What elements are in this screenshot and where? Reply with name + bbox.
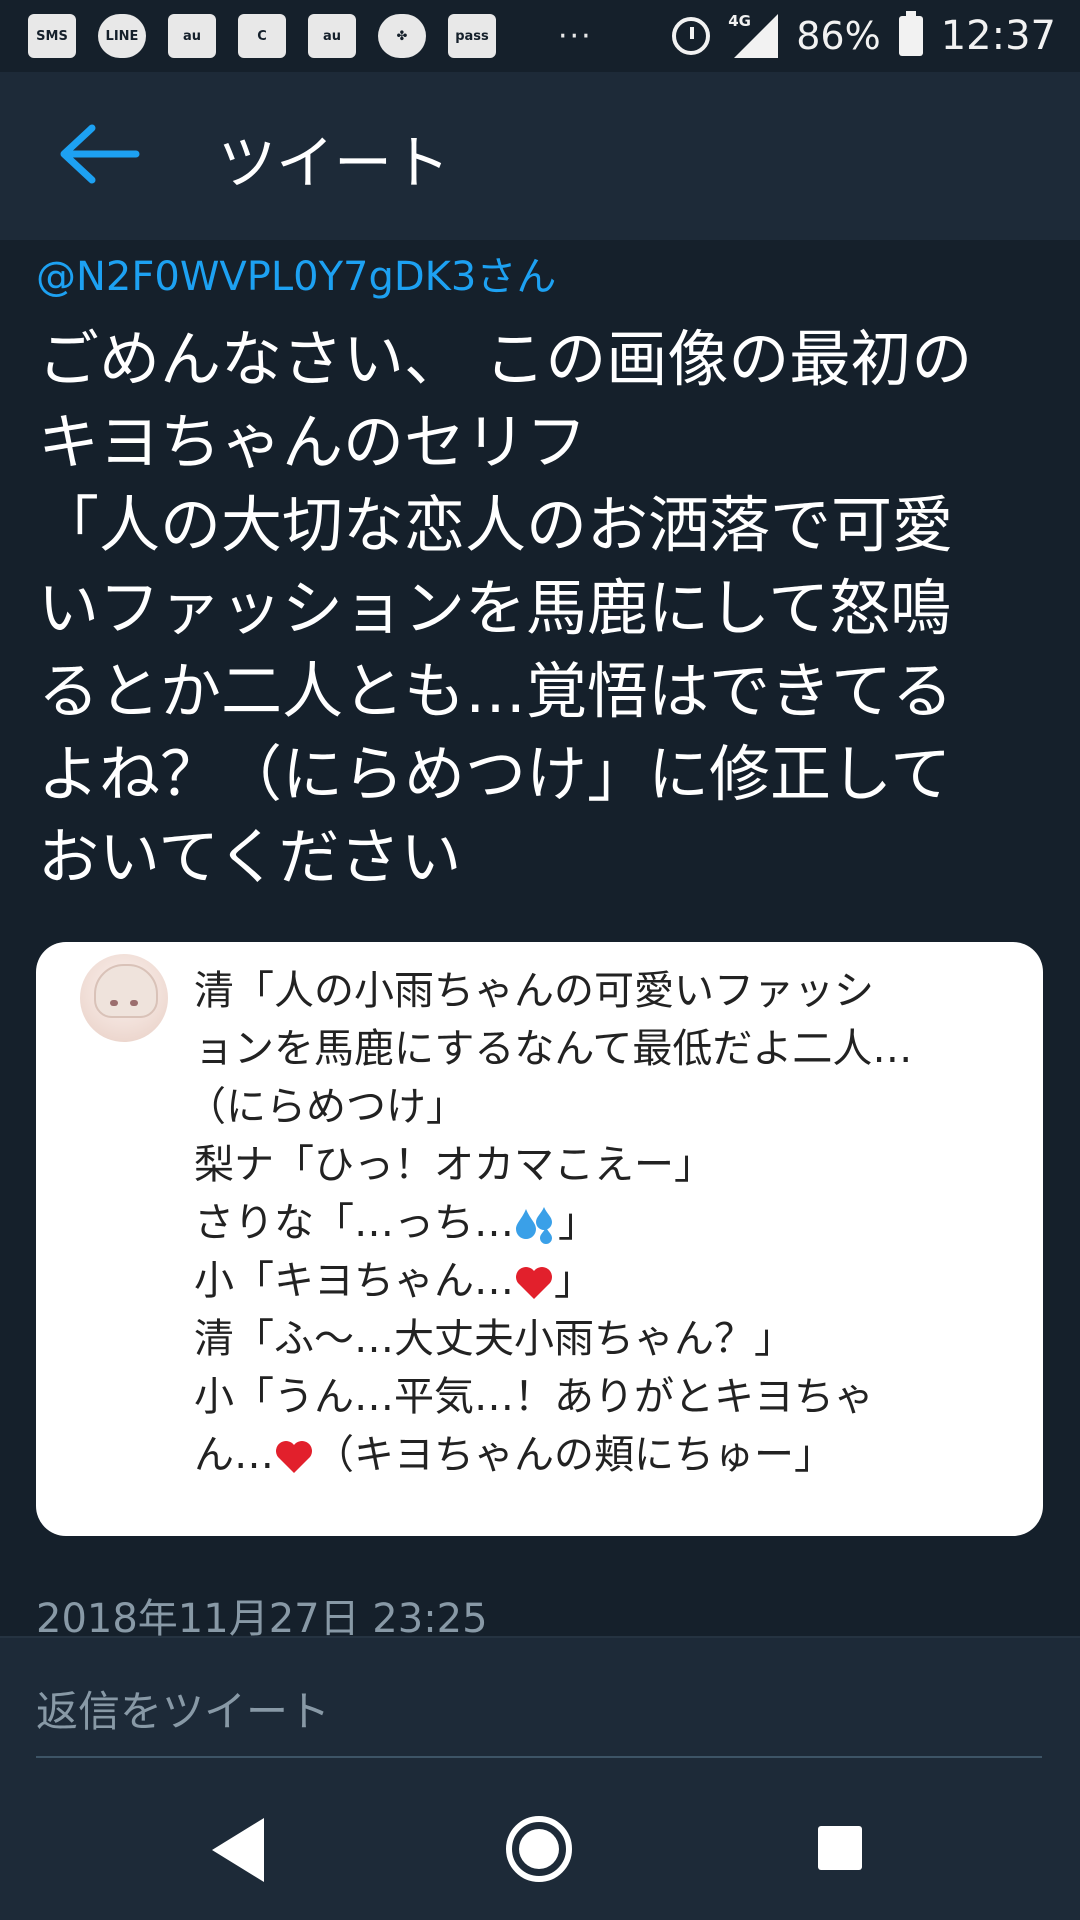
back-button[interactable]	[52, 122, 142, 186]
alarm-icon	[672, 17, 711, 55]
status-bar: SMS LINE au C au ✤ pass ··· 4G 86% 12:37	[0, 0, 1080, 72]
card-line-text: 」	[554, 1258, 594, 1304]
avatar	[80, 954, 168, 1042]
tweet-text: ごめんなさい、 この画像の最初の キヨちゃんのセリフ 「人の大切な恋人のお洒落で…	[38, 324, 973, 893]
more-notifications-icon: ···	[558, 18, 593, 54]
card-line: （にらめつけ」	[186, 1084, 466, 1130]
system-indicators: 4G 86% 12:37	[672, 10, 1056, 62]
card-line: ョンを馬鹿にするなんて最低だよ二人…	[194, 1026, 913, 1072]
card-line-text: 小「キヨちゃん…	[194, 1258, 514, 1304]
card-line-text: ん…	[194, 1432, 274, 1478]
reply-underline	[36, 1756, 1042, 1758]
reply-bar: 返信をツイート	[0, 1638, 1080, 1778]
sms-icon: SMS	[28, 14, 76, 58]
nav-recents-icon[interactable]	[818, 1826, 862, 1870]
card-line: さりな「…っち… 」	[194, 1190, 598, 1248]
tweet-image[interactable]: 清「人の小雨ちゃんの可愛いファッシ ョンを馬鹿にするなんて最低だよ二人… （にら…	[36, 942, 1043, 1536]
card-line-text: さりな「…っち…	[194, 1200, 514, 1246]
nav-home-icon[interactable]	[506, 1816, 572, 1882]
reply-to-handle[interactable]: @N2F0WVPL0Y7gDK3さん	[36, 244, 556, 302]
reply-input[interactable]: 返信をツイート	[36, 1678, 330, 1739]
card-line: 清「人の小雨ちゃんの可愛いファッシ	[194, 968, 874, 1014]
card-line: ん… （キヨちゃんの頬にちゅー」	[194, 1422, 834, 1480]
notification-icons: SMS LINE au C au ✤ pass ···	[28, 12, 593, 60]
card-line: 清「ふ〜…大丈夫小雨ちゃん？」	[194, 1316, 794, 1362]
system-nav-bar	[0, 1778, 1080, 1920]
card-line: 小「キヨちゃん… 」	[194, 1248, 594, 1306]
card-line-text: （キヨちゃんの頬にちゅー」	[314, 1432, 834, 1478]
battery-percent: 86%	[796, 14, 881, 58]
pass-icon: pass	[448, 14, 496, 58]
line-icon: LINE	[98, 14, 146, 58]
arrow-left-icon	[60, 124, 140, 184]
heart-icon	[516, 1267, 552, 1299]
clock: 12:37	[940, 13, 1056, 59]
au-wallet-icon: au	[308, 14, 356, 58]
nav-back-icon[interactable]	[212, 1818, 264, 1882]
c-app-icon: C	[238, 14, 286, 58]
pinwheel-icon: ✤	[378, 14, 426, 58]
signal-icon: 4G	[728, 12, 779, 58]
page-title: ツイート	[218, 129, 451, 197]
battery-icon	[898, 11, 923, 56]
sweat-drops-icon	[516, 1207, 552, 1244]
card-line: 梨ナ「ひっ！オカマこえー」	[194, 1142, 714, 1188]
heart-icon	[276, 1441, 312, 1473]
card-line: 小「うん…平気…！ありがとキヨちゃ	[194, 1374, 874, 1420]
app-header: ツイート	[0, 72, 1080, 240]
au-mail-icon: au	[168, 14, 216, 58]
card-line-text: 」	[558, 1200, 598, 1246]
